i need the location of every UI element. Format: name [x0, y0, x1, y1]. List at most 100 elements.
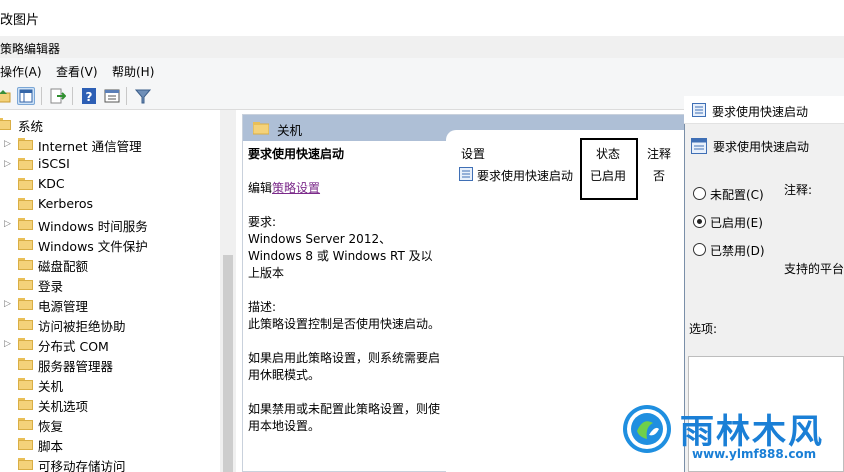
tree-item[interactable]: ▷ 电源管理 [0, 294, 220, 314]
tree-item[interactable]: ▷ iSCSI [0, 154, 220, 174]
edit-prefix: 编辑 [248, 181, 273, 195]
radio-disabled[interactable] [693, 243, 706, 256]
requirements-text: Windows Server 2012、Windows 8 或 Windows … [248, 232, 433, 280]
comment-label: 注释: [784, 183, 813, 197]
radio-disabled-label[interactable]: 已禁用(D) [710, 242, 765, 259]
tree-item-label: 分布式 COM [38, 339, 109, 354]
tree-item[interactable]: 可移动存储访问 [0, 454, 220, 472]
tree-item[interactable]: 关机 [0, 374, 220, 395]
window-title: 改图片 [0, 13, 40, 28]
tree-item-label: 可移动存储访问 [38, 459, 126, 472]
policy-description-title: 要求使用快速启动 [248, 147, 345, 161]
folder-icon [18, 358, 33, 370]
folder-icon [18, 218, 33, 230]
expand-arrow-icon[interactable]: ▷ [4, 138, 14, 150]
tree-item-label: 脚本 [38, 439, 64, 454]
tree-item-label: 关机 [38, 376, 64, 395]
row-comment: 否 [653, 169, 666, 183]
tree-item[interactable]: 恢复 [0, 414, 220, 434]
folder-icon [18, 258, 33, 270]
settings-pane-title: 关机 [277, 123, 303, 138]
window-title-bar: 改图片 [0, 0, 844, 36]
radio-not-configured[interactable] [693, 187, 706, 200]
tree-item-label: 磁盘配额 [38, 259, 89, 274]
expand-arrow-icon[interactable]: ▷ [4, 338, 14, 350]
tree-item[interactable]: ▷ 分布式 COM [0, 334, 220, 354]
tree-item-label: KDC [38, 176, 65, 191]
tree-item-label: 登录 [38, 279, 64, 294]
supported-platforms-label: 支持的平台 [784, 262, 844, 276]
filter-icon[interactable] [134, 87, 152, 105]
tree-item[interactable]: ▷ Internet 通信管理 [0, 134, 220, 154]
folder-icon [18, 138, 33, 150]
expand-arrow-icon[interactable]: ▷ [4, 158, 14, 170]
edit-policy-link[interactable]: 策略设置 [272, 181, 320, 195]
column-header-comment[interactable]: 注释 [647, 145, 671, 162]
tree-item[interactable]: Kerberos [0, 194, 220, 214]
tree-item[interactable]: 系统 [0, 114, 220, 134]
tree-item[interactable]: 磁盘配额 [0, 254, 220, 274]
options-label: 选项: [689, 322, 718, 336]
watermark-url: www.ylmf888.com [692, 447, 817, 461]
toolbar-separator [41, 87, 42, 105]
description-label: 描述: [248, 300, 277, 314]
folder-icon [18, 458, 33, 470]
folder-icon [18, 378, 33, 390]
tree-item-label: 服务器管理器 [38, 359, 114, 374]
menu-action[interactable]: 操作(A) [0, 63, 42, 80]
tree-item[interactable]: 登录 [0, 274, 220, 294]
show-hide-tree-icon[interactable] [17, 87, 35, 105]
tree-item[interactable]: ▷ Windows 时间服务 [0, 214, 220, 234]
folder-up-icon[interactable] [0, 87, 12, 105]
radio-enabled[interactable] [693, 215, 706, 228]
description-block: 描述: 此策略设置控制是否使用快速启动。 [248, 299, 444, 333]
folder-icon [18, 338, 33, 350]
app-title: 策略编辑器 [0, 42, 61, 56]
folder-icon [0, 118, 11, 130]
tree-item[interactable]: 脚本 [0, 434, 220, 454]
requirements-block: 要求: Windows Server 2012、Windows 8 或 Wind… [248, 214, 444, 282]
dialog-title: 要求使用快速启动 [712, 105, 809, 119]
policy-setting-icon [692, 103, 706, 117]
menu-view[interactable]: 查看(V) [56, 63, 98, 80]
folder-icon [18, 238, 33, 250]
row-setting-name: 要求使用快速启动 [477, 169, 574, 183]
folder-icon [18, 178, 33, 190]
tree-item-label: iSCSI [38, 156, 70, 171]
dialog-setting-name: 要求使用快速启动 [713, 140, 810, 154]
properties-icon[interactable] [103, 87, 121, 105]
tree-item-label: Windows 文件保护 [38, 239, 148, 254]
menu-help[interactable]: 帮助(H) [112, 63, 154, 80]
watermark-logo-icon [623, 405, 671, 453]
radio-enabled-label[interactable]: 已启用(E) [710, 214, 763, 231]
toolbar-separator [126, 87, 127, 105]
radio-not-configured-label[interactable]: 未配置(C) [710, 186, 764, 203]
folder-icon [18, 418, 33, 430]
scrollbar-thumb[interactable] [223, 255, 233, 472]
export-list-icon[interactable] [48, 87, 67, 105]
column-header-setting[interactable]: 设置 [461, 145, 485, 162]
policy-tree[interactable]: 系统 ▷ Internet 通信管理 ▷ iSCSI KDC Kerberos ▷ Window… [0, 110, 236, 472]
tree-item[interactable]: 服务器管理器 [0, 354, 220, 374]
tree-item[interactable]: 关机选项 [0, 394, 220, 414]
toolbar-separator [72, 87, 73, 105]
help-icon[interactable]: ? [80, 87, 98, 105]
menu-bar: 操作(A) 查看(V) 帮助(H) [0, 58, 844, 82]
tree-item-label: 访问被拒绝协助 [38, 319, 126, 334]
folder-icon [18, 278, 33, 290]
expand-arrow-icon[interactable]: ▷ [4, 218, 14, 230]
disabled-explanation: 如果禁用或未配置此策略设置，则使用本地设置。 [248, 402, 441, 433]
folder-icon [253, 122, 269, 135]
tree-item[interactable]: 访问被拒绝协助 [0, 314, 220, 334]
expand-arrow-icon[interactable]: ▷ [4, 298, 14, 310]
tree-item-label: 恢复 [38, 419, 64, 434]
watermark-title: 雨林木风 [680, 412, 824, 452]
app-title-bar: 策略编辑器 [0, 36, 844, 58]
tree-scrollbar[interactable] [220, 110, 236, 472]
folder-icon [18, 158, 33, 170]
gpedit-window: 改图片 策略编辑器 操作(A) 查看(V) 帮助(H) ? 系统 ▷ Inter… [0, 0, 844, 472]
tree-item[interactable]: Windows 文件保护 [0, 234, 220, 254]
tree-item-label: 关机选项 [38, 399, 89, 414]
policy-description: 要求使用快速启动 编辑策略设置 要求: Windows Server 2012、… [248, 146, 444, 452]
tree-item[interactable]: KDC [0, 174, 220, 194]
